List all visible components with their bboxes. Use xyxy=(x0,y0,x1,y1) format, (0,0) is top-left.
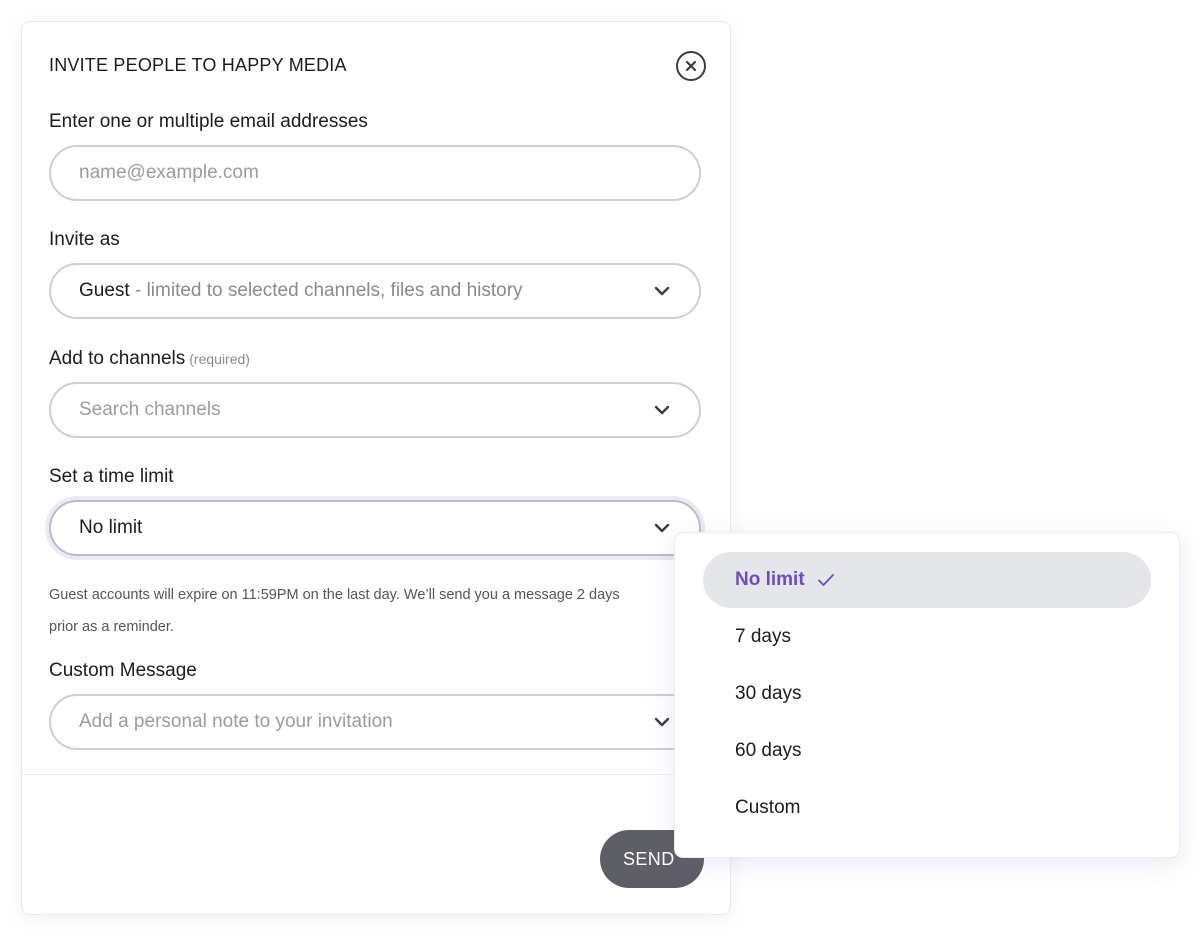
modal-title: INVITE PEOPLE TO HAPPY MEDIA xyxy=(49,55,347,75)
option-label: Custom xyxy=(735,797,801,818)
invite-modal: INVITE PEOPLE TO HAPPY MEDIA Enter one o… xyxy=(22,22,730,914)
chevron-down-icon xyxy=(653,522,671,534)
channels-label-text: Add to channels xyxy=(49,348,186,369)
check-icon xyxy=(817,573,835,587)
chevron-down-icon xyxy=(653,716,671,728)
close-button[interactable] xyxy=(676,51,706,81)
helper-line-1: Guest accounts will expire on 11:59PM on… xyxy=(49,587,620,603)
custom-message-placeholder: Add a personal note to your invitation xyxy=(79,711,393,732)
channels-placeholder: Search channels xyxy=(79,399,221,420)
chevron-down-icon xyxy=(653,404,671,416)
time-limit-select[interactable]: No limit xyxy=(49,500,701,556)
dropdown-option-custom[interactable]: Custom xyxy=(703,780,1151,836)
invite-as-description: - limited to selected channels, files an… xyxy=(129,280,523,301)
dropdown-option-30-days[interactable]: 30 days xyxy=(703,666,1151,722)
email-input[interactable] xyxy=(79,162,671,184)
time-limit-value: No limit xyxy=(79,517,143,538)
option-label: 30 days xyxy=(735,683,802,704)
invite-as-role: Guest xyxy=(79,280,130,301)
dropdown-option-60-days[interactable]: 60 days xyxy=(703,723,1151,779)
footer-divider xyxy=(22,774,730,775)
email-field-container xyxy=(49,145,701,201)
time-limit-label: Set a time limit xyxy=(49,466,174,487)
invite-as-label: Invite as xyxy=(49,229,120,250)
time-limit-helper: Guest accounts will expire on 11:59PM on… xyxy=(49,579,689,643)
option-label: 60 days xyxy=(735,740,802,761)
dropdown-option-no-limit[interactable]: No limit xyxy=(703,552,1151,608)
helper-line-2: prior as a reminder. xyxy=(49,619,174,635)
required-note: (required) xyxy=(189,351,250,367)
close-icon xyxy=(685,60,697,72)
invite-as-value: Guest - limited to selected channels, fi… xyxy=(79,280,643,302)
invite-as-select[interactable]: Guest - limited to selected channels, fi… xyxy=(49,263,701,319)
custom-message-label: Custom Message xyxy=(49,660,197,681)
custom-message-field[interactable]: Add a personal note to your invitation xyxy=(49,694,701,750)
channels-select[interactable]: Search channels xyxy=(49,382,701,438)
channels-label: Add to channels (required) xyxy=(49,348,250,370)
dropdown-option-7-days[interactable]: 7 days xyxy=(703,609,1151,665)
time-limit-dropdown: No limit 7 days 30 days 60 days Custom xyxy=(675,533,1179,857)
option-label: No limit xyxy=(735,569,805,590)
chevron-down-icon xyxy=(653,285,671,297)
option-label: 7 days xyxy=(735,626,791,647)
email-label: Enter one or multiple email addresses xyxy=(49,111,368,132)
